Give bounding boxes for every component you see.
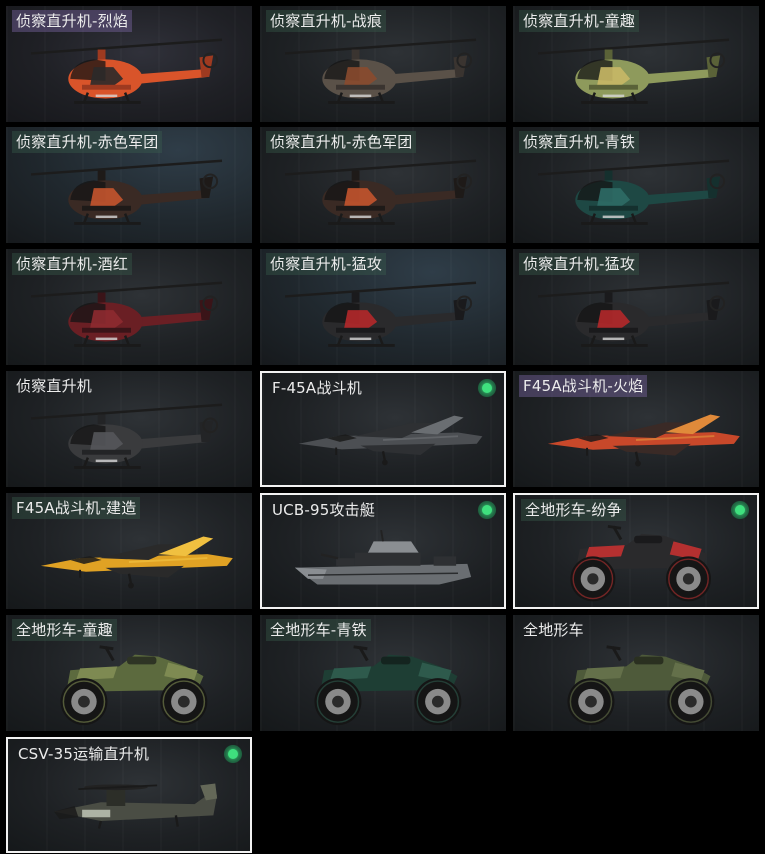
vehicle-skin-card[interactable]: 侦察直升机-赤色军团 — [6, 127, 252, 243]
vehicle-skin-card[interactable]: 侦察直升机-酒红 — [6, 249, 252, 365]
vehicle-skin-label: F45A战斗机-建造 — [12, 497, 141, 519]
vehicle-preview — [513, 393, 759, 487]
scout-helicopter-icon — [537, 281, 730, 347]
vehicle-preview — [6, 515, 252, 609]
equipped-indicator-icon — [478, 379, 496, 397]
vehicle-skin-label: 全地形车-纷争 — [521, 499, 626, 521]
vehicle-skin-label: 侦察直升机-猛攻 — [519, 253, 640, 275]
vehicle-preview — [260, 271, 506, 365]
vehicle-skin-card[interactable]: 侦察直升机-猛攻 — [513, 249, 759, 365]
vehicle-skin-card[interactable]: 侦察直升机 — [6, 371, 252, 487]
vehicle-preview — [262, 517, 504, 607]
all-terrain-vehicle-icon — [567, 645, 715, 726]
vehicle-preview — [6, 271, 252, 365]
vehicle-preview — [515, 517, 757, 607]
vehicle-skin-label: 侦察直升机-青铁 — [519, 131, 640, 153]
vehicle-skin-label: 侦察直升机-赤色军团 — [12, 131, 163, 153]
vehicle-skin-grid: 侦察直升机-烈焰 侦察直升机-战痕 侦察直升机-童趣 侦察直升机-赤色军团 侦察… — [0, 0, 765, 854]
vehicle-skin-label: 侦察直升机-赤色军团 — [266, 131, 417, 153]
vehicle-preview — [8, 761, 250, 851]
vehicle-preview — [6, 393, 252, 487]
attack-boat-icon — [294, 529, 472, 585]
vehicle-skin-label: 全地形车-青铁 — [266, 619, 371, 641]
vehicle-skin-label: 侦察直升机-猛攻 — [266, 253, 387, 275]
vehicle-skin-card[interactable]: 全地形车-青铁 — [260, 615, 506, 731]
scout-helicopter-icon — [284, 281, 477, 347]
vehicle-skin-label: UCB-95攻击艇 — [272, 501, 376, 519]
all-terrain-vehicle-icon — [60, 645, 208, 726]
vehicle-skin-card[interactable]: 侦察直升机-战痕 — [260, 6, 506, 122]
vehicle-skin-label: 侦察直升机-童趣 — [519, 10, 640, 32]
vehicle-preview — [513, 637, 759, 731]
fighter-jet-icon — [547, 414, 740, 467]
scout-helicopter-icon — [537, 38, 730, 104]
scout-helicopter-icon — [537, 159, 730, 225]
vehicle-preview — [262, 395, 504, 485]
vehicle-skin-card[interactable]: F45A战斗机-火焰 — [513, 371, 759, 487]
fighter-jet-icon — [298, 415, 483, 466]
scout-helicopter-icon — [30, 403, 223, 469]
vehicle-skin-label: 侦察直升机-酒红 — [12, 253, 133, 275]
equipped-indicator-icon — [731, 501, 749, 519]
vehicle-preview — [513, 28, 759, 122]
fighter-jet-icon — [40, 536, 233, 589]
vehicle-preview — [260, 149, 506, 243]
scout-helicopter-icon — [30, 159, 223, 225]
vehicle-skin-card[interactable]: 侦察直升机-青铁 — [513, 127, 759, 243]
vehicle-skin-label: 全地形车 — [523, 621, 584, 639]
vehicle-skin-label: CSV-35运输直升机 — [18, 745, 150, 763]
vehicle-skin-card[interactable]: F-45A战斗机 — [260, 371, 506, 487]
all-terrain-vehicle-icon — [570, 524, 711, 602]
vehicle-skin-label: 侦察直升机 — [16, 377, 93, 395]
equipped-indicator-icon — [224, 745, 242, 763]
vehicle-skin-label: 全地形车-童趣 — [12, 619, 117, 641]
vehicle-skin-label: F45A战斗机-火焰 — [519, 375, 648, 397]
vehicle-skin-label: 侦察直升机-战痕 — [266, 10, 387, 32]
vehicle-skin-label: 侦察直升机-烈焰 — [12, 10, 133, 32]
vehicle-skin-card[interactable]: 全地形车-童趣 — [6, 615, 252, 731]
vehicle-preview — [6, 149, 252, 243]
scout-helicopter-icon — [30, 38, 223, 104]
vehicle-skin-card[interactable]: F45A战斗机-建造 — [6, 493, 252, 609]
scout-helicopter-icon — [284, 38, 477, 104]
vehicle-preview — [513, 271, 759, 365]
equipped-indicator-icon — [478, 501, 496, 519]
vehicle-preview — [260, 637, 506, 731]
transport-tiltrotor-icon — [54, 783, 218, 829]
vehicle-skin-label: F-45A战斗机 — [272, 379, 362, 397]
vehicle-preview — [6, 28, 252, 122]
scout-helicopter-icon — [30, 281, 223, 347]
vehicle-skin-card[interactable]: CSV-35运输直升机 — [6, 737, 252, 853]
vehicle-skin-card[interactable]: 侦察直升机-烈焰 — [6, 6, 252, 122]
scout-helicopter-icon — [284, 159, 477, 225]
vehicle-preview — [513, 149, 759, 243]
vehicle-preview — [260, 28, 506, 122]
all-terrain-vehicle-icon — [314, 645, 462, 726]
vehicle-skin-card[interactable]: UCB-95攻击艇 — [260, 493, 506, 609]
vehicle-skin-card[interactable]: 全地形车-纷争 — [513, 493, 759, 609]
vehicle-skin-card[interactable]: 侦察直升机-童趣 — [513, 6, 759, 122]
vehicle-skin-card[interactable]: 全地形车 — [513, 615, 759, 731]
vehicle-preview — [6, 637, 252, 731]
vehicle-skin-card[interactable]: 侦察直升机-赤色军团 — [260, 127, 506, 243]
vehicle-skin-card[interactable]: 侦察直升机-猛攻 — [260, 249, 506, 365]
